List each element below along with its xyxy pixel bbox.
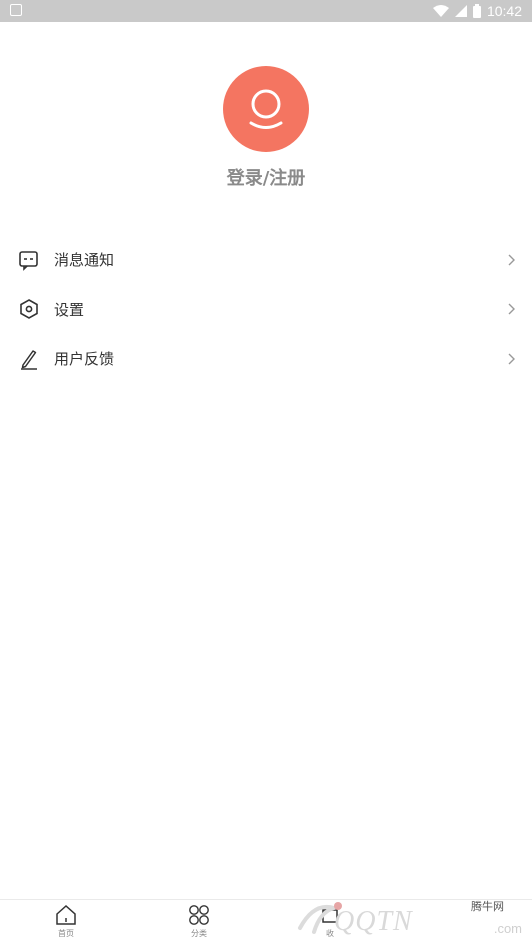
notification-icon: [10, 4, 22, 16]
tab-label: 分类: [191, 929, 207, 938]
grid-icon: [189, 905, 209, 925]
menu-item-label: 用户反馈: [54, 350, 115, 369]
tab-label: 首页: [58, 929, 74, 938]
menu-item-label: 消息通知: [54, 251, 115, 270]
login-register-link[interactable]: 登录/注册: [0, 164, 532, 190]
home-icon: [56, 904, 76, 925]
pen-icon: [21, 350, 37, 370]
message-icon: [19, 250, 38, 271]
status-bar: 10:42: [0, 0, 532, 22]
hexagon-settings-icon: [20, 299, 38, 320]
status-indicators: 10:42: [432, 0, 522, 22]
menu-item-label: 设置: [54, 300, 85, 319]
chevron-right-icon: [508, 353, 515, 365]
chevron-right-icon: [508, 254, 515, 266]
tab-category[interactable]: 分类: [169, 904, 229, 939]
watermark-cn: 腾牛网: [471, 900, 504, 913]
menu-item-notifications[interactable]: 消息通知: [0, 235, 532, 285]
avatar[interactable]: [223, 66, 309, 152]
watermark-text: QQTN: [334, 906, 413, 937]
bottom-tab-bar: 首页 分类 收 QQTN .com 腾牛网: [0, 899, 532, 946]
profile-section: 登录/注册: [0, 66, 532, 190]
signal-icon: [454, 5, 467, 17]
watermark-dotcom: .com: [493, 921, 522, 936]
menu-item-feedback[interactable]: 用户反馈: [0, 334, 532, 384]
settings-menu: 消息通知 设置 用户反馈: [0, 235, 532, 384]
tab-home[interactable]: 首页: [36, 904, 96, 939]
user-icon: [249, 89, 283, 129]
menu-item-settings[interactable]: 设置: [0, 285, 532, 335]
watermark: QQTN .com 腾牛网: [294, 896, 524, 944]
chevron-right-icon: [508, 303, 515, 315]
clock: 10:42: [486, 3, 522, 19]
wifi-icon: [432, 5, 449, 17]
battery-icon: [472, 4, 481, 18]
